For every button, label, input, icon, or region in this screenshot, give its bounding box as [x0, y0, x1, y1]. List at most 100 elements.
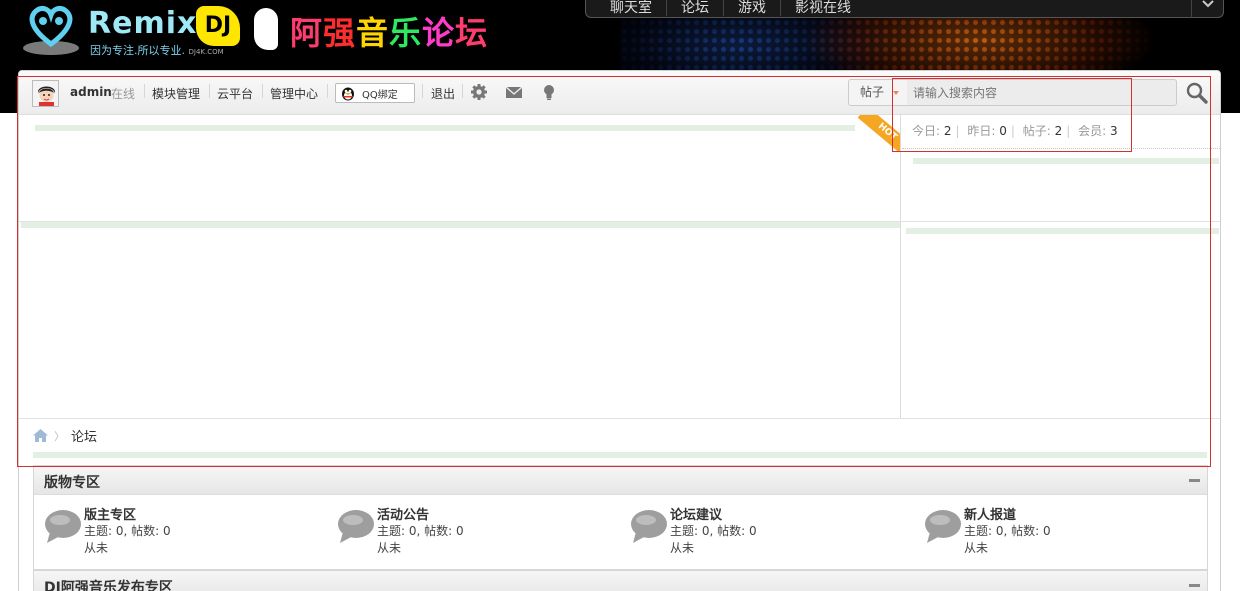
dotted-divider: [902, 148, 1220, 149]
forum-item: 版主专区 主题: 0, 帖数: 0 从未: [44, 504, 324, 562]
caret-down-icon: [893, 91, 899, 95]
stat-members-value: 3: [1110, 124, 1118, 138]
forum-stats: 今日: 2 | 昨日: 0 | 帖子: 2 | 会员: 3: [912, 122, 1118, 139]
toolbar-divider: [422, 84, 423, 98]
toolbar-divider: [327, 84, 328, 98]
forum-meta: 主题: 0, 帖数: 0: [670, 524, 757, 538]
main-container: admin 在线 模块管理 云平台 管理中心 QQ绑定 退出 帖子 请输入搜索内…: [18, 70, 1221, 591]
column-divider: [900, 115, 901, 419]
category-header: DJ阿强音乐发布专区: [34, 571, 1207, 591]
lightbulb-icon[interactable]: [540, 83, 558, 101]
speech-bubble-icon: [45, 510, 81, 543]
envelope-icon[interactable]: [505, 83, 523, 101]
hot-ribbon: HOT: [853, 115, 901, 151]
stat-yesterday-label: 昨日:: [967, 124, 996, 138]
logo-slogan-text: 因为专注.所以专业.: [90, 44, 185, 57]
toolbar-divider: [262, 84, 263, 98]
speech-bubble-icon: [338, 510, 374, 543]
breadcrumb-current[interactable]: 论坛: [71, 426, 97, 445]
logo-char: 阿: [290, 14, 324, 52]
hot-label: HOT: [857, 115, 901, 151]
forum-last-post: 从未: [670, 541, 695, 555]
user-avatar-icon: [33, 81, 58, 106]
avatar[interactable]: [32, 80, 59, 107]
logo-domain: DJ4K.COM: [188, 48, 224, 56]
logo-mic-icon: [254, 8, 278, 50]
forum-name[interactable]: 论坛建议: [670, 504, 722, 523]
category-title[interactable]: DJ阿强音乐发布专区: [44, 577, 173, 591]
cloud-platform-link[interactable]: 云平台: [217, 85, 253, 102]
username-link[interactable]: admin: [70, 85, 112, 99]
stat-posts-label: 帖子:: [1022, 124, 1051, 138]
forum-category: 版物专区 版主专区 主题: 0, 帖数: 0 从未 活动公告 主题: 0, 帖数…: [33, 465, 1208, 570]
highlight-bar: [35, 125, 855, 131]
search-type-label: 帖子: [860, 85, 885, 99]
stat-divider: |: [955, 124, 960, 138]
nav-dropdown-button[interactable]: [1191, 0, 1223, 18]
forum-category: DJ阿强音乐发布专区: [33, 570, 1208, 591]
forum-item: 论坛建议 主题: 0, 帖数: 0 从未: [630, 504, 910, 562]
stat-divider: |: [1010, 124, 1015, 138]
logo-heart-icon: [23, 5, 79, 55]
forum-meta: 主题: 0, 帖数: 0: [964, 524, 1051, 538]
qq-bind-label: QQ绑定: [362, 89, 398, 101]
speech-bubble-icon: [925, 510, 961, 543]
stat-yesterday-value: 0: [999, 124, 1007, 138]
forum-name[interactable]: 版主专区: [84, 504, 136, 523]
forum-meta: 主题: 0, 帖数: 0: [377, 524, 464, 538]
logo-slogan: 因为专注.所以专业. DJ4K.COM: [90, 42, 224, 58]
qq-bind-button[interactable]: QQ绑定: [335, 83, 415, 103]
toolbar-divider: [462, 84, 463, 98]
gear-icon[interactable]: [470, 83, 488, 101]
collapse-icon[interactable]: [1189, 584, 1200, 587]
logo-char: 音: [356, 14, 390, 52]
row-divider: [19, 418, 1220, 419]
logo-char: 坛: [455, 14, 489, 52]
breadcrumb: 〉 论坛: [33, 426, 97, 445]
logo-char: 强: [323, 14, 357, 52]
stat-divider: |: [1066, 124, 1071, 138]
highlight-bar: [33, 452, 1207, 458]
speech-bubble-icon: [631, 510, 667, 543]
collapse-icon[interactable]: [1189, 479, 1200, 482]
magnifier-icon[interactable]: [1185, 81, 1209, 105]
penguin-icon: [342, 87, 354, 101]
search-type-select[interactable]: 帖子: [848, 79, 908, 106]
forum-name[interactable]: 新人报道: [964, 504, 1016, 523]
toolbar-divider: [144, 84, 145, 98]
logo-char: 乐: [389, 14, 423, 52]
logo-chinese-title: 阿强音乐论坛: [290, 8, 488, 54]
stat-members-label: 会员:: [1078, 124, 1107, 138]
search-input[interactable]: [907, 79, 1177, 106]
forum-item: 新人报道 主题: 0, 帖数: 0 从未: [924, 504, 1204, 562]
highlight-bar: [21, 222, 900, 228]
nav-video[interactable]: 影视在线: [781, 0, 865, 16]
forum-last-post: 从未: [84, 541, 109, 555]
online-status: 在线: [111, 87, 136, 101]
nav-chatroom[interactable]: 聊天室: [596, 0, 667, 16]
highlight-bar: [913, 158, 1219, 164]
forum-last-post: 从未: [377, 541, 402, 555]
module-manage-link[interactable]: 模块管理: [152, 85, 200, 102]
stat-posts-value: 2: [1054, 124, 1063, 138]
logo-char: 论: [422, 14, 456, 52]
home-icon[interactable]: [33, 429, 48, 442]
nav-forum[interactable]: 论坛: [667, 0, 724, 16]
stat-today-value: 2: [943, 124, 952, 138]
highlight-bar: [906, 228, 1219, 234]
user-toolbar: admin 在线 模块管理 云平台 管理中心 QQ绑定 退出 帖子 请输入搜索内…: [19, 71, 1220, 115]
forum-row: 版主专区 主题: 0, 帖数: 0 从未 活动公告 主题: 0, 帖数: 0 从…: [34, 495, 1207, 569]
forum-item: 活动公告 主题: 0, 帖数: 0 从未: [337, 504, 617, 562]
logo-text: Remix.: [88, 6, 210, 41]
toolbar-divider: [209, 84, 210, 98]
category-header: 版物专区: [34, 466, 1207, 495]
admin-center-link[interactable]: 管理中心: [270, 85, 318, 102]
breadcrumb-separator: 〉: [54, 429, 65, 443]
nav-games[interactable]: 游戏: [724, 0, 781, 16]
forum-last-post: 从未: [964, 541, 989, 555]
logo-dj-badge: DJ: [196, 6, 240, 46]
stat-today-label: 今日:: [912, 124, 941, 138]
category-title[interactable]: 版物专区: [44, 472, 100, 492]
logout-link[interactable]: 退出: [431, 85, 455, 102]
forum-name[interactable]: 活动公告: [377, 504, 429, 523]
